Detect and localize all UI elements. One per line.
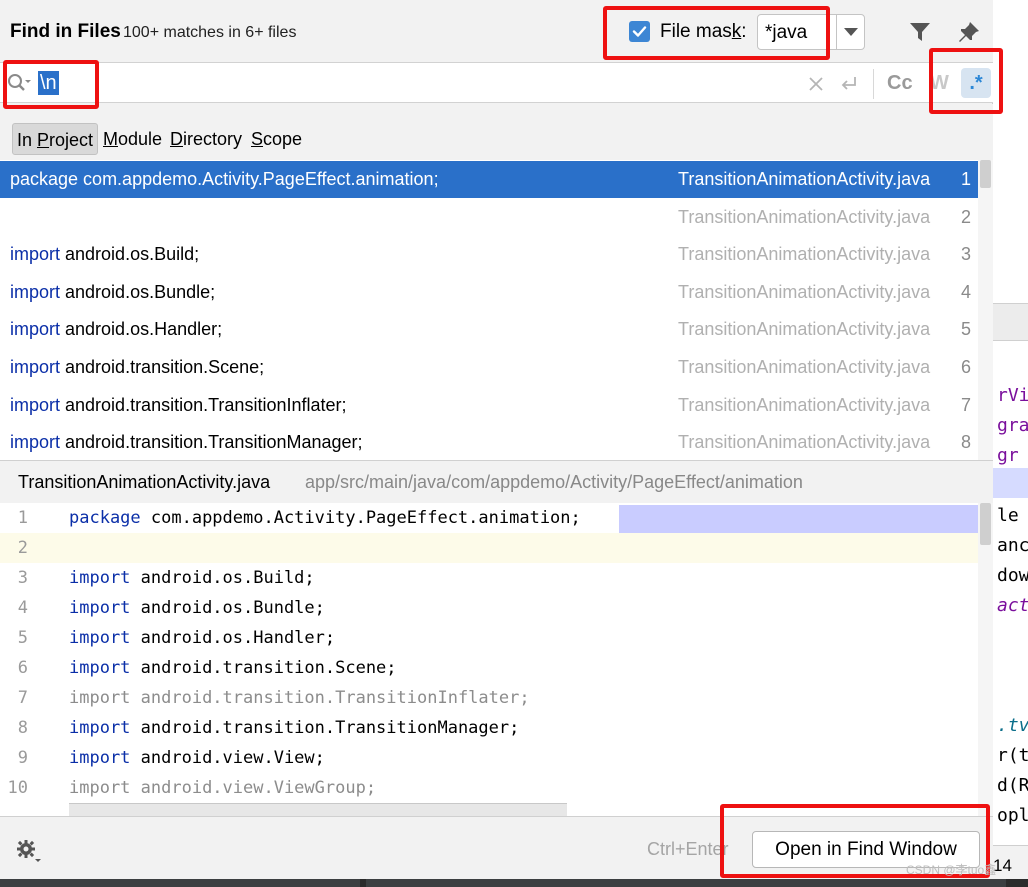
result-row[interactable]: import android.transition.TransitionInfl… <box>0 387 978 424</box>
code-line: 5 import android.os.Handler; <box>0 623 978 653</box>
results-scrollbar[interactable] <box>978 160 993 460</box>
background-editor-highlight <box>993 468 1028 498</box>
result-row[interactable]: import android.os.Bundle; TransitionAnima… <box>0 274 978 311</box>
tab-in-project[interactable]: In Project <box>12 123 99 155</box>
result-line-number: 8 <box>961 432 972 453</box>
result-line-number: 4 <box>961 281 972 302</box>
result-row[interactable]: import android.transition.Scene; Transiti… <box>0 349 978 386</box>
result-file-name: TransitionAnimationActivity.java <box>678 319 931 340</box>
code-line: 10 import android.view.ViewGroup; <box>0 773 978 803</box>
tab-module[interactable]: Module <box>99 123 166 155</box>
preview-header: TransitionAnimationActivity.java app/src… <box>0 460 993 503</box>
result-file-name: TransitionAnimationActivity.java <box>678 394 931 415</box>
result-code: import android.os.Handler; <box>10 319 223 340</box>
result-file-name: TransitionAnimationActivity.java <box>678 206 931 227</box>
result-code: import android.os.Bundle; <box>10 281 216 302</box>
code-line: 4 import android.os.Bundle; <box>0 593 978 623</box>
annotation-regex-toggle <box>929 48 1003 114</box>
tab-scope[interactable]: Scope <box>247 123 306 155</box>
line-number: 2 <box>17 538 28 558</box>
result-file-name: TransitionAnimationActivity.java <box>678 281 931 302</box>
result-file-name: TransitionAnimationActivity.java <box>678 244 931 265</box>
dialog-title: Find in Files <box>10 21 121 42</box>
tab-directory[interactable]: Directory <box>166 123 246 155</box>
result-row[interactable]: package com.appdemo.Activity.PageEffect.… <box>0 161 978 198</box>
line-number: 10 <box>7 778 28 798</box>
dialog-header: Find in Files 100+ matches in 6+ files F… <box>0 0 993 62</box>
background-code-fragment: opl <box>997 805 1028 826</box>
code-line: 7 import android.transition.TransitionInf… <box>0 683 978 713</box>
background-code-fragment: .tv <box>997 715 1028 736</box>
line-number: 9 <box>17 748 28 768</box>
code-line: 2 <box>0 533 978 563</box>
code-line: 6 import android.transition.Scene; <box>0 653 978 683</box>
code-line: 8 import android.transition.TransitionMan… <box>0 713 978 743</box>
result-line-number: 7 <box>961 394 972 415</box>
preview-file-path: app/src/main/java/com/appdemo/Activity/P… <box>305 472 803 492</box>
find-in-files-dialog: Find in Files 100+ matches in 6+ files F… <box>0 0 993 879</box>
background-editor-tabbar <box>993 303 1028 341</box>
result-line-number: 5 <box>961 319 972 340</box>
background-code-fragment: gr <box>997 445 1019 466</box>
result-row[interactable]: import android.transition.TransitionMana… <box>0 424 978 460</box>
results-list: package com.appdemo.Activity.PageEffect.… <box>0 160 993 460</box>
new-line-icon[interactable] <box>838 73 860 95</box>
result-file-name: TransitionAnimationActivity.java <box>678 357 931 377</box>
background-code-fragment: d(R <box>997 775 1028 796</box>
code-line: 3 import android.os.Build; <box>0 563 978 593</box>
result-line-number: 3 <box>961 244 972 265</box>
close-icon[interactable] <box>806 74 826 94</box>
background-code-fragment: rVi <box>997 385 1028 406</box>
result-file-name: TransitionAnimationActivity.java <box>678 432 931 453</box>
result-code: import android.transition.TransitionInfl… <box>10 394 347 415</box>
background-code-fragment: anc <box>997 535 1028 556</box>
result-row[interactable]: TransitionAnimationActivity.java 2 <box>0 199 978 236</box>
preview-scrollbar[interactable] <box>978 503 993 816</box>
background-code-fragment: act <box>997 595 1028 616</box>
annotation-search-field <box>3 60 99 109</box>
gear-icon[interactable] <box>14 837 42 865</box>
result-code: import android.transition.Scene; <box>10 357 265 377</box>
background-code-fragment: le <box>997 505 1019 526</box>
line-number: 7 <box>17 688 28 708</box>
result-row[interactable]: import android.os.Build; TransitionAnimat… <box>0 236 978 273</box>
line-number: 5 <box>17 628 28 648</box>
os-taskbar <box>0 879 1028 887</box>
code-preview[interactable]: 1 package com.appdemo.Activity.PageEffect… <box>0 503 993 816</box>
code-line: 9 import android.view.View; <box>0 743 978 773</box>
match-highlight <box>619 505 978 533</box>
annotation-file-mask <box>603 6 830 60</box>
shortcut-hint: Ctrl+Enter <box>647 839 729 859</box>
result-line-number: 6 <box>961 357 972 377</box>
code-line: 1 package com.appdemo.Activity.PageEffect… <box>0 503 978 533</box>
line-number: 8 <box>17 718 28 738</box>
pin-icon[interactable] <box>955 18 983 46</box>
preview-file-name: TransitionAnimationActivity.java <box>18 472 271 492</box>
background-code-fragment: dow <box>997 565 1028 586</box>
line-number: 6 <box>17 658 28 678</box>
background-code-fragment: gra <box>997 415 1028 436</box>
chevron-down-icon[interactable] <box>844 28 858 36</box>
result-file-name: TransitionAnimationActivity.java <box>678 169 931 189</box>
result-row[interactable]: import android.os.Handler; TransitionAnim… <box>0 311 978 348</box>
watermark: CSDN @李tuo鑫 <box>906 863 997 877</box>
result-code: import android.transition.TransitionMana… <box>10 432 363 453</box>
line-number: 4 <box>17 598 28 618</box>
scope-tabs: In Project Module Directory Scope <box>0 104 993 160</box>
search-row: \n Cc W .* <box>0 62 993 103</box>
background-editor: rVi gra gr le anc dow act .tv r(t d(R opl 14 <box>993 0 1028 887</box>
line-number: 3 <box>17 568 28 588</box>
result-code: package com.appdemo.Activity.PageEffect.… <box>10 169 439 189</box>
match-summary: 100+ matches in 6+ files <box>123 24 297 41</box>
result-code: import android.os.Build; <box>10 244 200 265</box>
filter-icon[interactable] <box>906 18 934 46</box>
match-case-toggle[interactable]: Cc <box>887 72 913 95</box>
result-line-number: 1 <box>961 169 972 189</box>
result-line-number: 2 <box>961 206 972 227</box>
line-number: 1 <box>17 508 28 528</box>
background-code-fragment: r(t <box>997 745 1028 766</box>
